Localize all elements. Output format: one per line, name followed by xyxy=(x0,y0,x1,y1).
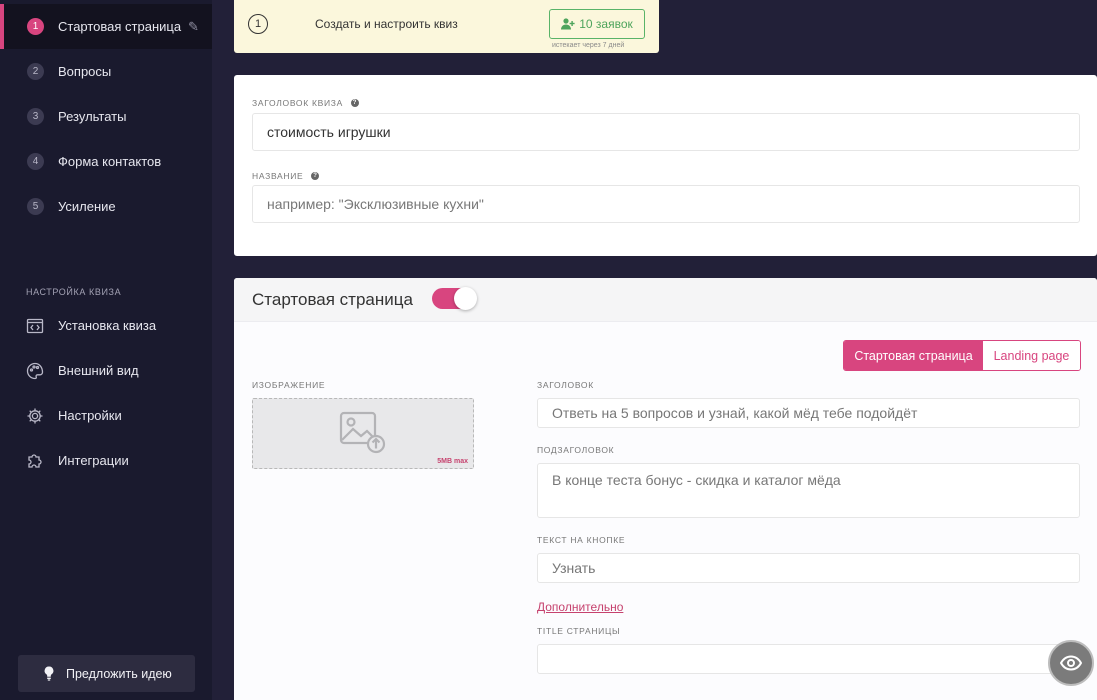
lightbulb-icon xyxy=(44,666,54,681)
toggle-knob xyxy=(454,287,477,310)
tab-landing-page[interactable]: Landing page xyxy=(983,341,1080,370)
step-number: 5 xyxy=(27,198,44,215)
more-options-link[interactable]: Дополнительно xyxy=(537,600,623,614)
sidebar-item-integrations[interactable]: Интеграции xyxy=(0,438,212,483)
onboarding-notice: 1 Создать и настроить квиз 10 заявок ист… xyxy=(234,0,659,53)
start-page-card: Стартовая страница Стартовая страница La… xyxy=(234,278,1097,700)
quiz-title-label: ЗАГОЛОВОК КВИЗА ? xyxy=(252,98,359,108)
expires-text: истекает через 7 дней xyxy=(552,42,625,49)
image-upload-dropzone[interactable]: 5MB max xyxy=(252,398,474,469)
quiz-name-input[interactable] xyxy=(252,185,1080,223)
button-text-label: ТЕКСТ НА КНОПКЕ xyxy=(537,535,626,545)
eye-icon xyxy=(1060,655,1082,671)
page-type-switch: Стартовая страница Landing page xyxy=(843,340,1081,371)
button-text-input[interactable] xyxy=(537,553,1080,583)
page-title-label: TITLE СТРАНИЦЫ xyxy=(537,626,621,636)
quiz-info-card: ЗАГОЛОВОК КВИЗА ? НАЗВАНИЕ ? xyxy=(234,75,1097,256)
sidebar-item-label: Результаты xyxy=(58,109,127,124)
palette-icon xyxy=(26,362,44,379)
sidebar-edge xyxy=(212,0,234,700)
sidebar-item-appearance[interactable]: Внешний вид xyxy=(0,348,212,393)
sidebar-item-start-page[interactable]: 1 Стартовая страница ✎ xyxy=(0,4,212,49)
step-number: 3 xyxy=(27,108,44,125)
suggest-idea-button[interactable]: Предложить идею xyxy=(18,655,195,692)
step-number: 4 xyxy=(27,153,44,170)
quiz-title-label-text: ЗАГОЛОВОК КВИЗА xyxy=(252,98,343,108)
sidebar-item-settings[interactable]: Настройки xyxy=(0,393,212,438)
quiz-title-input[interactable] xyxy=(252,113,1080,151)
requests-button[interactable]: 10 заявок xyxy=(549,9,645,39)
heading-input[interactable] xyxy=(537,398,1080,428)
sidebar: 1 Стартовая страница ✎ 2 Вопросы 3 Резул… xyxy=(0,0,212,700)
sidebar-item-label: Форма контактов xyxy=(58,154,162,169)
gear-icon xyxy=(27,408,43,423)
notice-step-number: 1 xyxy=(248,14,268,34)
sidebar-item-results[interactable]: 3 Результаты xyxy=(0,94,212,139)
start-page-title: Стартовая страница xyxy=(252,290,413,309)
sidebar-section-title: НАСТРОЙКА КВИЗА xyxy=(26,287,122,297)
image-upload-icon xyxy=(339,411,386,454)
add-user-icon xyxy=(561,18,575,30)
puzzle-icon xyxy=(28,453,42,468)
sidebar-item-label: Внешний вид xyxy=(58,363,139,378)
subheading-textarea[interactable] xyxy=(537,463,1080,518)
help-icon[interactable]: ? xyxy=(311,172,320,180)
preview-button[interactable] xyxy=(1048,640,1094,686)
start-page-header: Стартовая страница xyxy=(234,278,1097,322)
step-number: 1 xyxy=(27,18,44,35)
tab-start-page[interactable]: Стартовая страница xyxy=(844,341,983,370)
sidebar-item-label: Установка квиза xyxy=(58,318,157,333)
sidebar-item-label: Настройки xyxy=(58,408,122,423)
code-window-icon xyxy=(26,318,44,333)
start-page-toggle[interactable] xyxy=(432,287,477,310)
sidebar-item-contact-form[interactable]: 4 Форма контактов xyxy=(0,139,212,184)
requests-button-label: 10 заявок xyxy=(579,17,633,31)
heading-label: ЗАГОЛОВОК xyxy=(537,380,594,390)
subheading-label: ПОДЗАГОЛОВОК xyxy=(537,445,615,455)
quiz-name-label: НАЗВАНИЕ ? xyxy=(252,171,320,181)
notice-text: Создать и настроить квиз xyxy=(315,17,458,31)
sidebar-item-install[interactable]: Установка квиза xyxy=(0,303,212,348)
sidebar-item-label: Интеграции xyxy=(58,453,129,468)
quiz-name-label-text: НАЗВАНИЕ xyxy=(252,171,304,181)
sidebar-item-label: Стартовая страница xyxy=(58,19,182,34)
sidebar-item-label: Усиление xyxy=(58,199,116,214)
image-size-limit: 5MB max xyxy=(437,458,468,465)
suggest-idea-label: Предложить идею xyxy=(66,666,172,681)
sidebar-item-questions[interactable]: 2 Вопросы xyxy=(0,49,212,94)
sidebar-item-boost[interactable]: 5 Усиление xyxy=(0,184,212,229)
sidebar-item-label: Вопросы xyxy=(58,64,112,79)
page-title-input[interactable] xyxy=(537,644,1080,674)
pencil-icon[interactable]: ✎ xyxy=(188,19,199,35)
step-number: 2 xyxy=(27,63,44,80)
image-label: ИЗОБРАЖЕНИЕ xyxy=(252,380,326,390)
help-icon[interactable]: ? xyxy=(350,99,359,107)
